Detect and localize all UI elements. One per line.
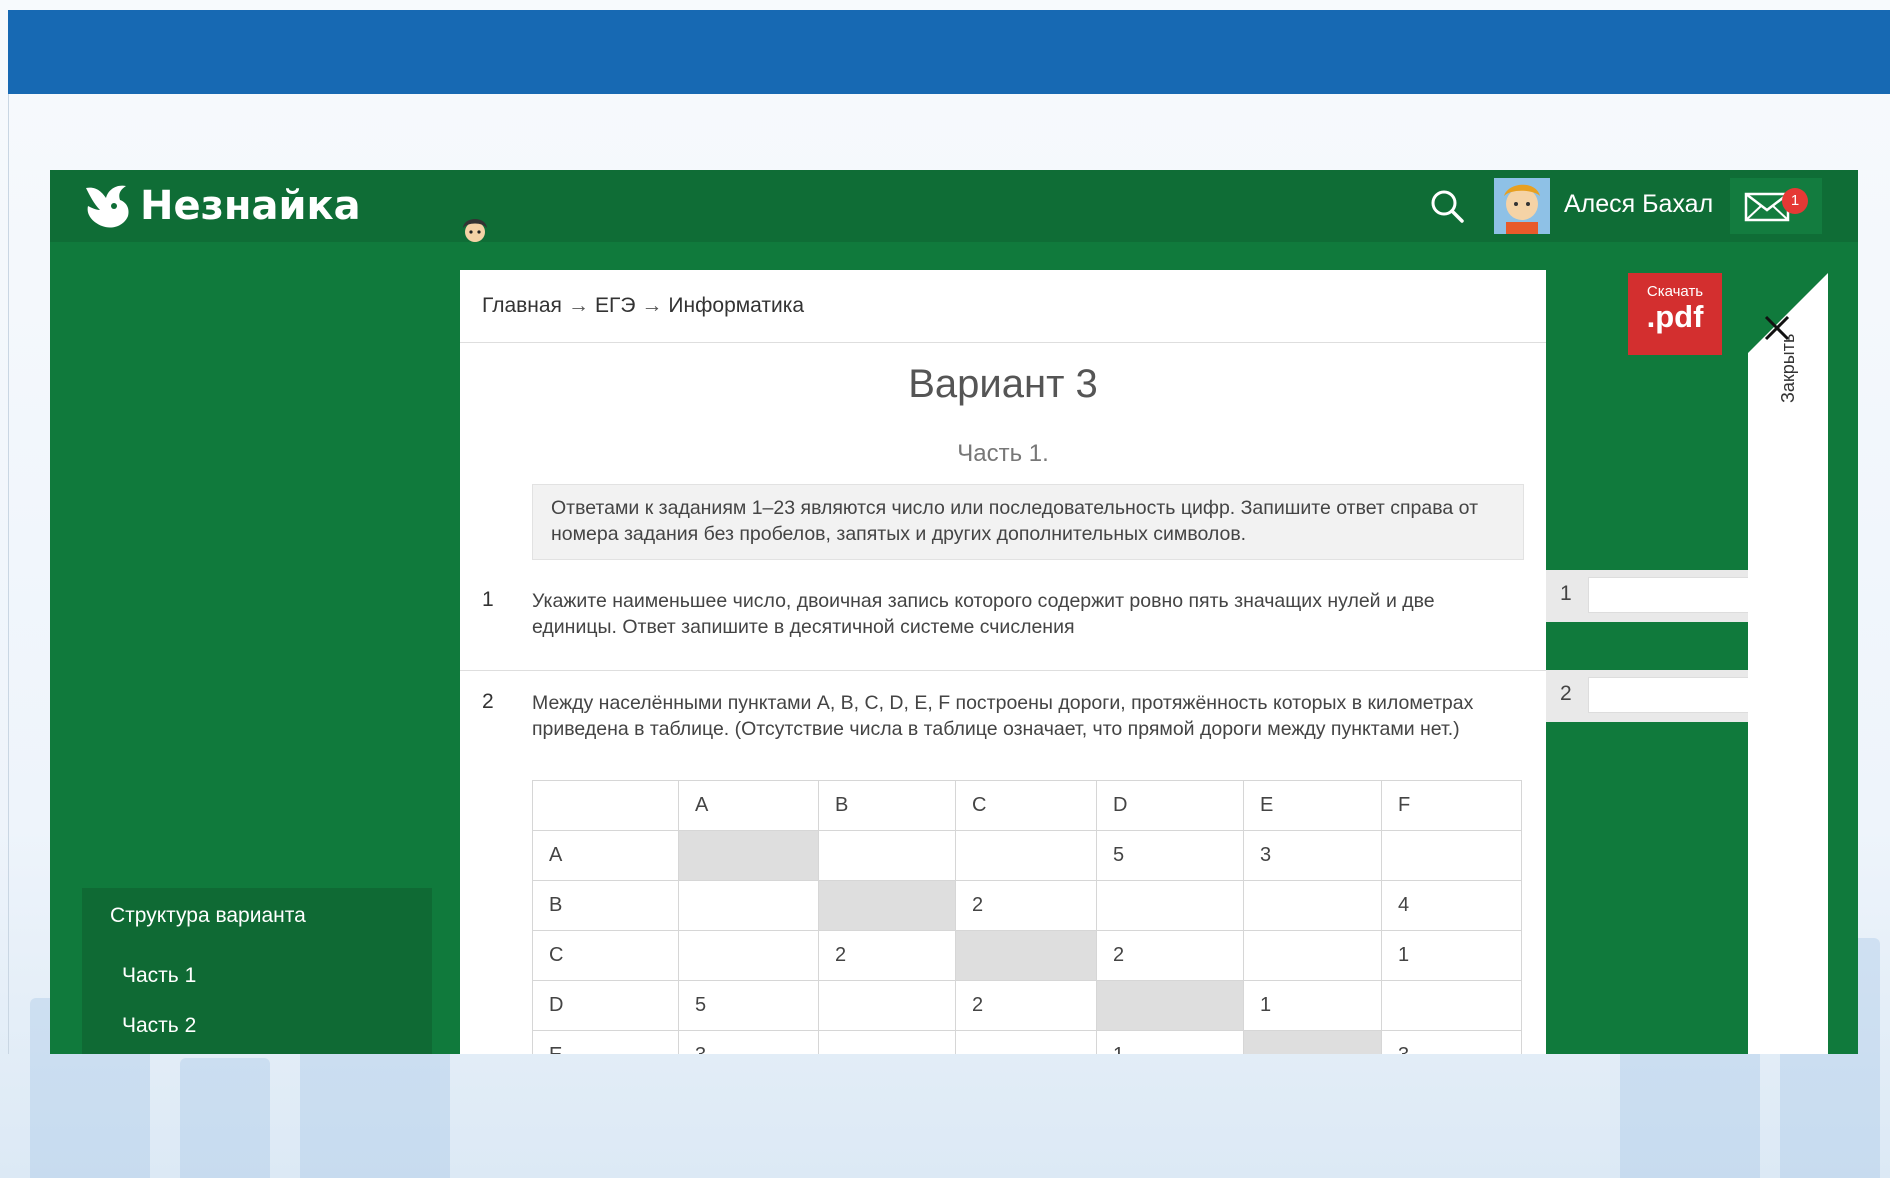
table-cell: D: [532, 980, 679, 1031]
distance-table: A B C D E F A 5 3 B 2 4 C 2 2 1 D 5 2 1: [532, 780, 1522, 1054]
table-cell: 2: [818, 930, 956, 981]
table-row: D 5 2 1: [532, 980, 1522, 1031]
table-cell: [1243, 930, 1382, 981]
table-cell: [1381, 830, 1522, 881]
answer-box-1: 1: [1546, 570, 1778, 622]
table-header-cell: B: [818, 780, 956, 831]
table-cell: 1: [1243, 980, 1382, 1031]
table-cell: 2: [955, 980, 1097, 1031]
table-cell: 2: [955, 880, 1097, 931]
breadcrumb-separator: →: [567, 294, 589, 317]
table-cell: B: [532, 880, 679, 931]
search-icon[interactable]: [1427, 186, 1467, 226]
table-cell: [1096, 880, 1244, 931]
user-avatar[interactable]: [1494, 178, 1550, 234]
table-cell: 1: [1096, 1030, 1244, 1054]
variant-structure-panel: Структура варианта Часть 1 Часть 2: [82, 888, 432, 1054]
breadcrumb-subject: Информатика: [668, 294, 805, 317]
table-cell: [955, 930, 1097, 981]
mascot-icon: [463, 219, 487, 242]
table-cell: [678, 930, 819, 981]
sidebar-item-part-1[interactable]: Часть 1: [122, 964, 196, 988]
part-heading: Часть 1.: [957, 440, 1049, 467]
variant-structure-title: Структура варианта: [110, 904, 306, 927]
mail-count-badge: 1: [1782, 188, 1808, 214]
table-header-cell: E: [1243, 780, 1382, 831]
table-cell: 2: [1096, 930, 1244, 981]
answer-number: 2: [1560, 682, 1572, 705]
breadcrumb-separator: →: [641, 294, 663, 317]
table-row: C 2 2 1: [532, 930, 1522, 981]
content-panel: Главная → ЕГЭ → Информатика Вариант 3 Часть …: [460, 270, 1546, 1054]
app-window: Незнайка Алеся Бахал 1 Структура вариант…: [50, 170, 1858, 1054]
table-cell: [678, 830, 819, 881]
answer-input-1[interactable]: [1588, 577, 1768, 613]
table-cell: A: [532, 830, 679, 881]
table-cell: 5: [1096, 830, 1244, 881]
sidebar-item-part-2[interactable]: Часть 2: [122, 1014, 196, 1038]
table-cell: [1096, 980, 1244, 1031]
logo-text: Незнайка: [140, 183, 361, 229]
table-cell: 3: [1381, 1030, 1522, 1054]
close-panel[interactable]: Закрыть: [1748, 273, 1828, 1054]
download-pdf-small-label: Скачать: [1646, 283, 1704, 300]
table-cell: 3: [678, 1030, 819, 1054]
table-cell: [818, 830, 956, 881]
download-pdf-big-label: .pdf: [1646, 299, 1704, 334]
mail-button[interactable]: [1730, 178, 1822, 234]
breadcrumb: Главная → ЕГЭ → Информатика: [460, 270, 1546, 343]
breadcrumb-exam-link[interactable]: ЕГЭ: [595, 294, 635, 317]
table-cell: 1: [1381, 930, 1522, 981]
browser-top-band: [8, 10, 1890, 94]
table-cell: [818, 1030, 956, 1054]
table-header-cell: C: [955, 780, 1097, 831]
breadcrumb-home-link[interactable]: Главная: [482, 294, 562, 317]
table-header-cell: F: [1381, 780, 1522, 831]
table-cell: [678, 880, 819, 931]
envelope-icon: [1744, 192, 1790, 222]
table-cell: 5: [678, 980, 819, 1031]
download-pdf-button[interactable]: Скачать .pdf: [1628, 273, 1722, 355]
table-cell: C: [532, 930, 679, 981]
table-cell: 4: [1381, 880, 1522, 931]
table-row: A 5 3: [532, 830, 1522, 881]
table-row: B 2 4: [532, 880, 1522, 931]
instructions-note: Ответами к заданиям 1–23 являются число …: [532, 484, 1524, 560]
frame-border: [8, 94, 9, 1054]
table-cell: [818, 980, 956, 1031]
table-cell: [955, 830, 1097, 881]
variant-title: Вариант 3: [908, 362, 1098, 406]
table-cell: [1243, 880, 1382, 931]
task-text: Между населёнными пунктами A, B, C, D, E…: [532, 692, 1474, 740]
answer-input-2[interactable]: [1588, 677, 1768, 713]
table-header-cell: A: [678, 780, 819, 831]
table-cell: 3: [1243, 830, 1382, 881]
logo-bird-icon: [86, 185, 129, 228]
table-row: E 3 1 3: [532, 1030, 1522, 1054]
site-logo[interactable]: Незнайка: [82, 180, 361, 232]
table-header-cell: [532, 780, 679, 831]
table-cell: [955, 1030, 1097, 1054]
task-number: 1: [482, 588, 494, 611]
user-name[interactable]: Алеся Бахал: [1564, 190, 1713, 219]
close-label[interactable]: Закрыть: [1778, 334, 1799, 403]
table-cell: [1243, 1030, 1382, 1054]
table-cell: E: [532, 1030, 679, 1054]
table-header-row: A B C D E F: [532, 780, 1522, 831]
answer-box-2: 2: [1546, 670, 1778, 722]
table-cell: [818, 880, 956, 931]
table-header-cell: D: [1096, 780, 1244, 831]
table-cell: [1381, 980, 1522, 1031]
answer-number: 1: [1560, 582, 1572, 605]
task-text: Укажите наименьшее число, двоичная запис…: [532, 590, 1435, 638]
task-divider: [460, 670, 1546, 671]
app-header: Незнайка Алеся Бахал 1: [50, 170, 1858, 242]
task-number: 2: [482, 690, 494, 713]
